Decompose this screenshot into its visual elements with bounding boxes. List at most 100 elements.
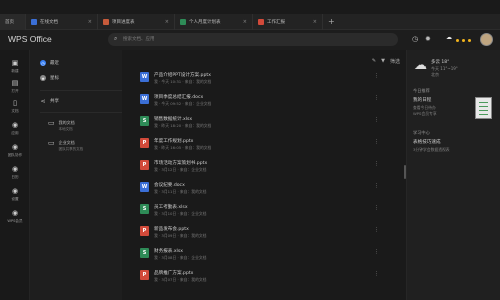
folder-title: 我的文档 [58, 120, 75, 125]
file-meta: 我 · 3月11日 · 来自：我的文档 [154, 189, 207, 194]
filter-icon[interactable]: ▼ [381, 58, 385, 65]
learn-sub: 3分钟学会数据透视表 [413, 147, 450, 152]
more-icon[interactable]: ⋮ [374, 161, 379, 167]
doc-icon [103, 19, 109, 25]
status-dot [468, 39, 471, 42]
nav-item-share[interactable]: ⋖ 共享 [40, 97, 59, 105]
list-item[interactable]: W 项目季度总结汇报.docx 我 · 今天 09:52 · 来自：企业文档 ⋮ [136, 90, 388, 110]
more-icon[interactable]: ⋮ [374, 73, 379, 79]
app-window: 首页 在线文档 × 项目进度表 × 个人月度计划表 × 工作汇报 × + WPS… [0, 0, 500, 300]
more-icon[interactable]: ⋮ [374, 227, 379, 233]
file-name: 新品发布会.pptx [154, 227, 189, 232]
list-item[interactable]: W 会议纪要.docx 我 · 3月11日 · 来自：我的文档 ⋮ [136, 178, 388, 198]
nav-item-recent[interactable]: ◷ 最近 [40, 60, 59, 66]
rec-thumbnail[interactable] [475, 97, 492, 119]
share-icon: ⋖ [40, 97, 46, 105]
clock-icon: ◷ [40, 60, 46, 66]
more-icon[interactable]: ⋮ [374, 205, 379, 211]
ppt-icon: P [140, 138, 149, 148]
folder-icon: ▭ [48, 119, 55, 127]
rec-title[interactable]: 我的日程 [413, 97, 431, 103]
file-meta: 我 · 3月10日 · 来自：企业文档 [154, 211, 207, 216]
learn-title[interactable]: 表格技巧速成 [413, 139, 441, 145]
rail-item-team[interactable]: ◉ 团队协作 [0, 144, 30, 158]
tab-label: 个人月度计划表 [189, 20, 221, 25]
close-icon[interactable]: × [88, 19, 92, 25]
list-item[interactable]: P 市场活动方案策划书.pptx 我 · 3月12日 · 来自：企业文档 ⋮ [136, 156, 388, 176]
new-tab-button[interactable]: + [328, 17, 335, 26]
file-meta: 我 · 3月08日 · 来自：企业文档 [154, 255, 207, 260]
rail-item-doc[interactable]: ▯ 文档 [0, 100, 30, 114]
tab-document[interactable]: 项目进度表 × [98, 14, 175, 30]
rail-item-wps[interactable]: ◉ WPS会员 [0, 210, 30, 224]
tab-home[interactable]: 首页 [0, 14, 26, 30]
tab-bar: 首页 在线文档 × 项目进度表 × 个人月度计划表 × 工作汇报 × + [0, 14, 500, 30]
sheet-icon: S [140, 116, 149, 126]
close-icon[interactable]: × [165, 19, 169, 25]
doc-icon: W [140, 94, 149, 104]
more-icon[interactable]: ⋮ [374, 139, 379, 145]
list-item[interactable]: S 销售数据统计.xlsx 我 · 昨天 18:20 · 来自：我的文档 ⋮ [136, 112, 388, 132]
doc-icon: W [140, 182, 149, 192]
close-icon[interactable]: × [243, 19, 247, 25]
more-icon[interactable]: ⋮ [374, 249, 379, 255]
pin-icon[interactable]: ✎ [372, 58, 376, 65]
rec-sub: WPS会员专享 [413, 111, 437, 116]
sheet-icon [180, 19, 186, 25]
rail-item-settings[interactable]: ◉ 设置 [0, 188, 30, 202]
list-item[interactable]: S 员工考勤表.xlsx 我 · 3月10日 · 来自：企业文档 ⋮ [136, 200, 388, 220]
more-icon[interactable]: ⋮ [374, 271, 379, 277]
file-name: 项目季度总结汇报.docx [154, 95, 204, 100]
search-input[interactable]: ⌕ 搜索文档、应用 [108, 33, 398, 46]
cloud-icon: ☁ [414, 58, 427, 73]
tab-document[interactable]: 个人月度计划表 × [175, 14, 253, 30]
search-icon: ⌕ [114, 35, 118, 42]
header: WPS Office ⌕ 搜索文档、应用 ◷ ✹ ☁ [0, 30, 500, 50]
more-icon[interactable]: ⋮ [374, 183, 379, 189]
list-item[interactable]: W 产品介绍PPT设计方案.pptx 我 · 今天 10:31 · 来自：我的文… [136, 68, 388, 88]
file-name: 产品介绍PPT设计方案.pptx [154, 73, 211, 78]
list-item[interactable]: S 财务报表.xlsx 我 · 3月08日 · 来自：企业文档 ⋮ [136, 244, 388, 264]
rail-label: 团队协作 [7, 153, 23, 157]
rail-item-apps[interactable]: ◉ 应用 [0, 122, 30, 136]
nav-panel: ◷ 最近 ★ 星标 ⋖ 共享 ▭ 我的文档 本地文档 ▭ 企业文档 团队共享的文… [30, 50, 140, 300]
nav-item-star[interactable]: ★ 星标 [40, 75, 59, 81]
rail-label: 新建 [11, 69, 19, 73]
rail-item-open[interactable]: ▤ 打开 [0, 80, 30, 94]
tab-document[interactable]: 工作汇报 × [253, 14, 323, 30]
rail-label: 打开 [11, 89, 19, 93]
sheet-icon: S [140, 248, 149, 258]
folder-item[interactable]: ▭ 企业文档 团队共享的文档 [48, 140, 83, 152]
settings-icon[interactable]: ✹ [425, 35, 431, 43]
file-meta: 我 · 今天 09:52 · 来自：企业文档 [154, 101, 212, 106]
folder-sub: 本地文档 [58, 127, 73, 131]
file-meta: 我 · 3月09日 · 来自：我的文档 [154, 233, 207, 238]
brand-title: WPS Office [8, 34, 52, 44]
tab-label: 项目进度表 [112, 20, 135, 25]
list-item[interactable]: P 品牌推广方案.pptx 我 · 3月07日 · 来自：我的文档 ⋮ [136, 266, 388, 286]
list-item[interactable]: P 年度工作规划.pptx 我 · 昨天 16:05 · 来自：我的文档 ⋮ [136, 134, 388, 154]
sheet-icon: S [140, 204, 149, 214]
new-icon: ▣ [11, 59, 19, 67]
history-icon[interactable]: ◷ [412, 35, 418, 43]
filter-label[interactable]: 筛选 [390, 58, 400, 65]
ppt-icon: P [140, 160, 149, 170]
avatar[interactable] [480, 33, 493, 46]
file-list: ✎ ▼ 筛选 W 产品介绍PPT设计方案.pptx 我 · 今天 10:31 ·… [122, 50, 402, 300]
cloud-icon[interactable]: ☁ [446, 34, 452, 41]
file-meta: 我 · 3月12日 · 来自：企业文档 [154, 167, 207, 172]
more-icon[interactable]: ⋮ [374, 117, 379, 123]
file-name: 销售数据统计.xlsx [154, 117, 193, 122]
rail-item-calendar[interactable]: ◉ 日历 [0, 166, 30, 180]
close-icon[interactable]: × [313, 19, 317, 25]
tab-document[interactable]: 在线文档 × [26, 14, 98, 30]
folder-item[interactable]: ▭ 我的文档 本地文档 [48, 120, 75, 132]
file-toolbar: ✎ ▼ 筛选 [372, 58, 400, 65]
rail-item-new[interactable]: ▣ 新建 [0, 60, 30, 74]
file-name: 市场活动方案策划书.pptx [154, 161, 208, 166]
nav-label: 最近 [50, 61, 59, 66]
weather-title: 多云 18° [431, 60, 450, 65]
more-icon[interactable]: ⋮ [374, 95, 379, 101]
ppt-icon: P [140, 270, 149, 280]
list-item[interactable]: P 新品发布会.pptx 我 · 3月09日 · 来自：我的文档 ⋮ [136, 222, 388, 242]
